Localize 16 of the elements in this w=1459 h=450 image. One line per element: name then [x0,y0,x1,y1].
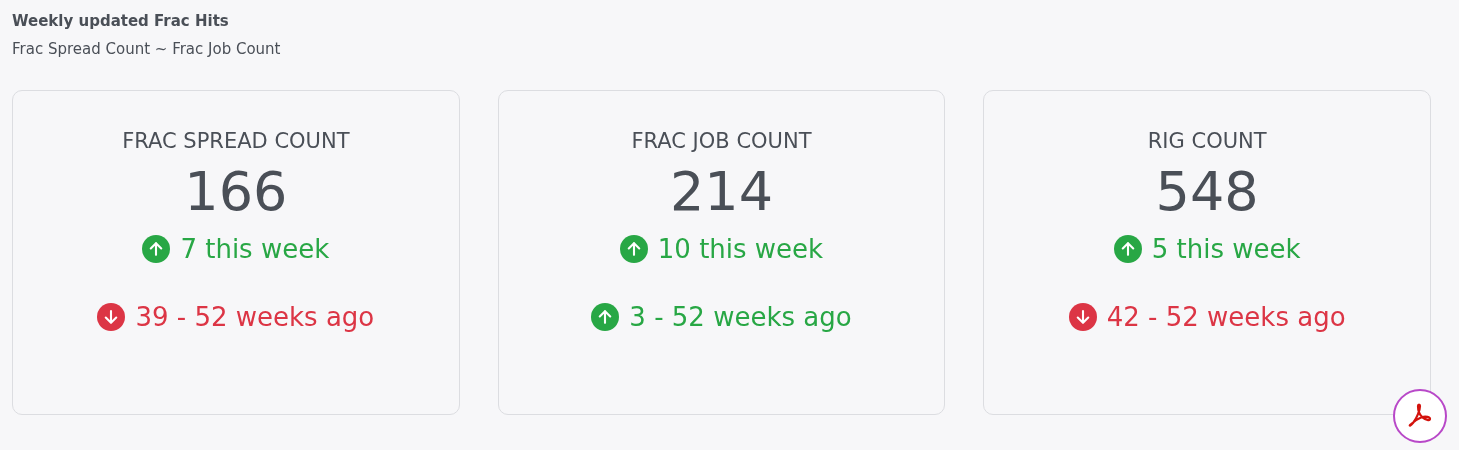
section-subtitle: Frac Spread Count ~ Frac Job Count [12,39,282,60]
stat-value: 166 [184,159,288,225]
trend-text: 39 - 52 weeks ago [135,301,375,334]
stat-value: 214 [669,159,774,225]
pdf-icon [1407,403,1433,429]
section-title: Weekly updated Frac Hits [12,11,230,32]
pdf-button[interactable] [1393,389,1447,443]
stat-value: 548 [1155,159,1259,225]
trend-text: 5 this week [1151,233,1301,266]
trend-text: 42 - 52 weeks ago [1106,301,1346,334]
trend-text: 7 this week [180,233,330,266]
trend-text: 10 this week [657,233,824,266]
trend-text: 3 - 52 weeks ago [629,301,852,334]
stat-title: FRAC JOB COUNT [631,128,812,155]
stat-title: RIG COUNT [1147,128,1267,155]
stat-title: FRAC SPREAD COUNT [122,128,350,155]
